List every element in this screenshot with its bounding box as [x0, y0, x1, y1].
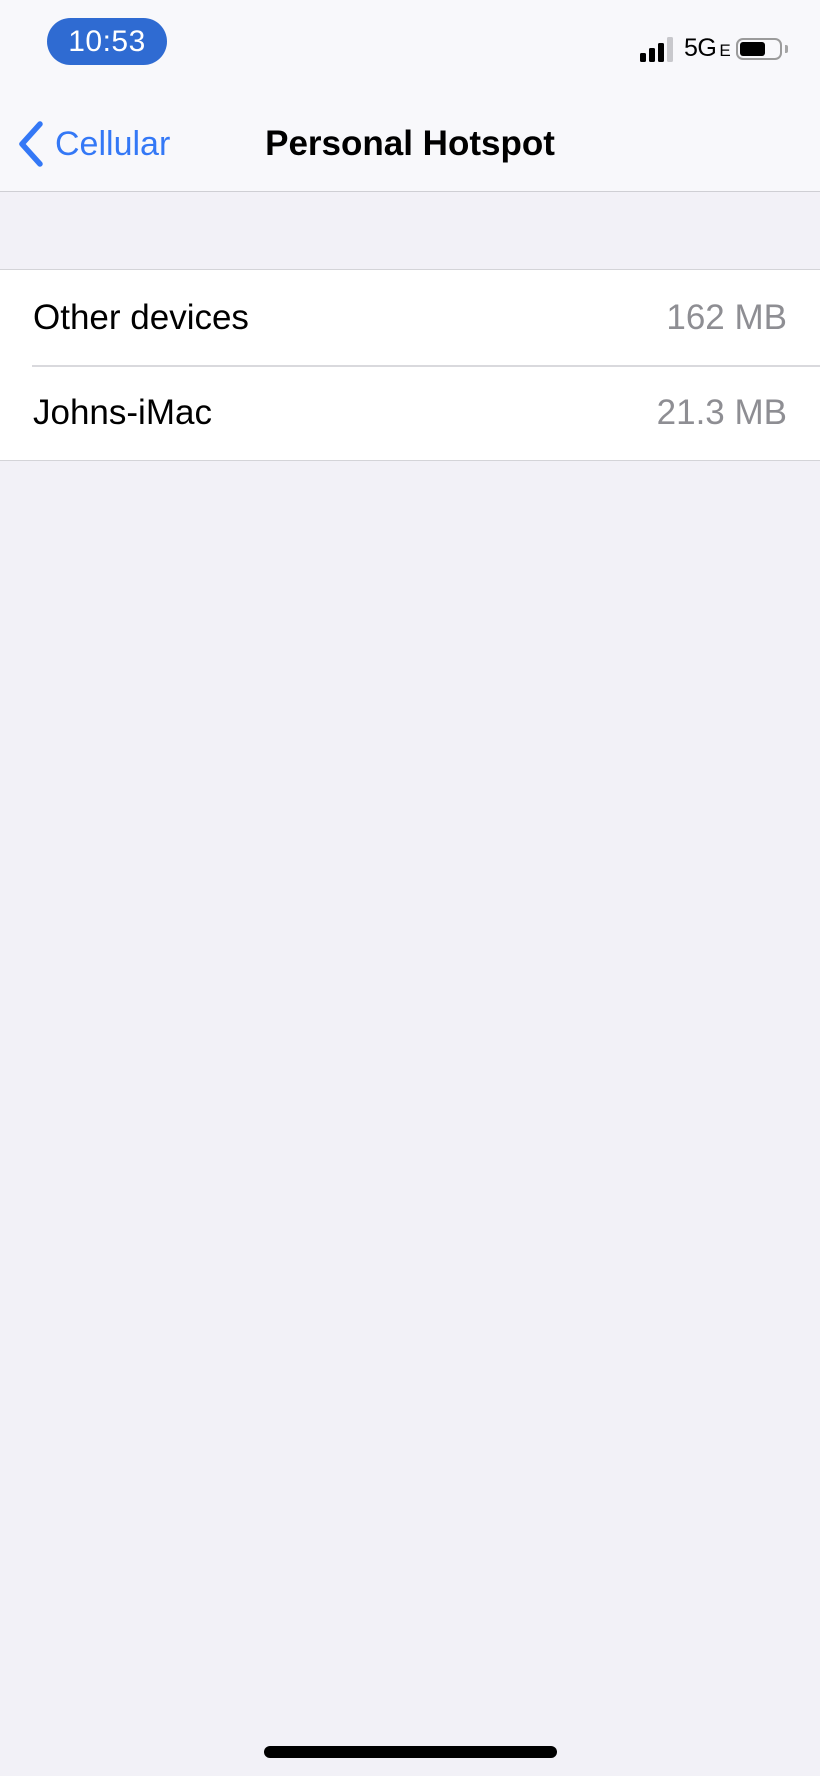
- battery-icon: [736, 38, 782, 60]
- home-indicator[interactable]: [264, 1746, 557, 1758]
- device-name: Johns-iMac: [33, 392, 212, 432]
- cellular-signal-icon: [640, 36, 678, 62]
- network-suffix: E: [719, 41, 731, 60]
- battery-cap: [785, 45, 788, 53]
- navigation-bar: 10:53 5G E Cellular Personal Hotspot: [0, 0, 820, 192]
- network-label: 5G: [684, 34, 717, 62]
- device-usage: 162 MB: [666, 297, 787, 337]
- battery-fill: [740, 42, 765, 56]
- device-name: Other devices: [33, 297, 249, 337]
- network-type: 5G E: [684, 34, 731, 63]
- status-time[interactable]: 10:53: [47, 18, 167, 65]
- list-item[interactable]: Johns-iMac 21.3 MB: [0, 365, 820, 460]
- device-usage: 21.3 MB: [656, 392, 787, 432]
- page-title: Personal Hotspot: [265, 124, 555, 163]
- list-item[interactable]: Other devices 162 MB: [0, 270, 820, 365]
- device-usage-list: Other devices 162 MB Johns-iMac 21.3 MB: [0, 269, 820, 461]
